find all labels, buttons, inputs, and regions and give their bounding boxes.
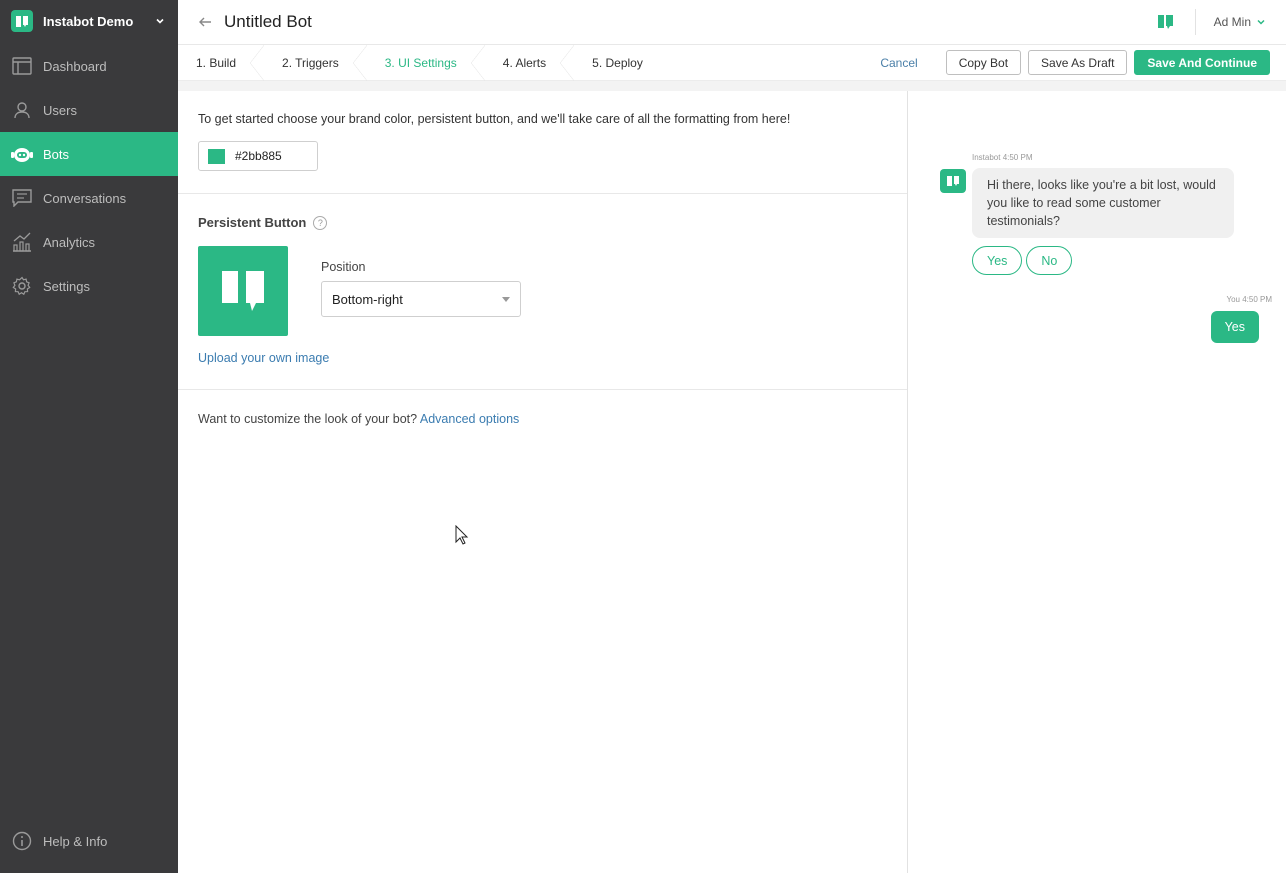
page-title: Untitled Bot	[224, 12, 312, 31]
sidebar-item-label: Users	[43, 102, 77, 118]
sidebar-item-help[interactable]: Help & Info	[0, 819, 178, 863]
wizard-steps: 1. Build 2. Triggers 3. UI Settings 4. A…	[178, 44, 880, 81]
sidebar-item-label: Bots	[43, 146, 70, 162]
sidebar-item-conversations[interactable]: Conversations	[0, 176, 178, 220]
user-icon	[11, 99, 33, 121]
sidebar-nav: Dashboard Users Bots Conversations Analy…	[0, 44, 178, 308]
persistent-button-preview[interactable]	[198, 246, 288, 336]
steps-bar: 1. Build 2. Triggers 3. UI Settings 4. A…	[178, 44, 1286, 81]
chat-icon	[11, 187, 33, 209]
sidebar-item-label: Conversations	[43, 190, 127, 206]
analytics-icon	[11, 231, 33, 253]
gear-icon	[11, 275, 33, 297]
save-continue-button[interactable]: Save And Continue	[1134, 50, 1270, 75]
chevron-down-icon	[1257, 19, 1265, 25]
caret-down-icon	[502, 296, 510, 302]
quick-reply-options: Yes No	[972, 246, 1076, 275]
chevron-down-icon	[156, 18, 164, 24]
back-arrow-icon[interactable]	[198, 15, 212, 29]
persistent-button-row: Position Bottom-right	[198, 246, 887, 336]
sidebar-item-users[interactable]: Users	[0, 88, 178, 132]
sidebar-item-settings[interactable]: Settings	[0, 264, 178, 308]
dashboard-icon	[11, 55, 33, 77]
position-value: Bottom-right	[332, 291, 403, 307]
bot-avatar	[940, 169, 966, 193]
advanced-options-row: Want to customize the look of your bot? …	[178, 390, 907, 446]
position-select[interactable]: Bottom-right	[321, 281, 521, 317]
divider-strip	[178, 81, 1286, 91]
step-triggers[interactable]: 2. Triggers	[264, 44, 367, 81]
cancel-link[interactable]: Cancel	[880, 56, 917, 70]
header-divider	[1194, 9, 1196, 35]
page-header: Untitled Bot Ad Min	[178, 0, 1286, 45]
sidebar-item-label: Settings	[43, 278, 90, 294]
persistent-button-section: Persistent Button ? Position Bottom-righ…	[178, 194, 907, 390]
sidebar-item-label: Dashboard	[43, 58, 107, 74]
user-menu[interactable]: Ad Min	[1214, 15, 1266, 29]
quick-reply-no[interactable]: No	[1026, 246, 1073, 275]
sidebar: Instabot Demo Dashboard Users Bots Conve…	[0, 0, 178, 873]
workspace-name: Instabot Demo	[43, 13, 134, 29]
bot-message-bubble: Hi there, looks like you're a bit lost, …	[972, 168, 1234, 238]
color-swatch[interactable]	[208, 148, 225, 164]
bot-icon	[11, 143, 33, 165]
sidebar-item-bots[interactable]: Bots	[0, 132, 178, 176]
workspace-switcher[interactable]: Instabot Demo	[0, 0, 178, 42]
copy-bot-button[interactable]: Copy Bot	[945, 50, 1022, 75]
info-icon	[11, 830, 33, 852]
user-message-bubble: Yes	[1210, 311, 1259, 343]
brand-color-input[interactable]: #2bb885	[198, 141, 318, 171]
ui-settings-panel: To get started choose your brand color, …	[178, 91, 907, 873]
instabot-logo-icon[interactable]	[1157, 13, 1175, 31]
save-draft-button[interactable]: Save As Draft	[1028, 50, 1128, 75]
color-value: #2bb885	[235, 149, 282, 163]
sidebar-item-analytics[interactable]: Analytics	[0, 220, 178, 264]
section-title: Persistent Button ?	[198, 215, 887, 230]
user-message-meta: You 4:50 PM	[1226, 295, 1272, 304]
advanced-prompt: Want to customize the look of your bot?	[198, 412, 418, 426]
sidebar-item-dashboard[interactable]: Dashboard	[0, 44, 178, 88]
step-deploy[interactable]: 5. Deploy	[574, 45, 671, 81]
quick-reply-yes[interactable]: Yes	[972, 246, 1023, 275]
bot-message-meta: Instabot 4:50 PM	[972, 153, 1033, 162]
brand-color-section: To get started choose your brand color, …	[178, 91, 907, 194]
chat-preview-panel: Instabot 4:50 PM Hi there, looks like yo…	[907, 91, 1286, 873]
instabot-logo-icon	[11, 10, 33, 32]
upload-image-link[interactable]: Upload your own image	[198, 351, 329, 365]
instabot-logo-icon	[947, 176, 959, 186]
intro-text: To get started choose your brand color, …	[198, 112, 791, 126]
advanced-options-link[interactable]: Advanced options	[420, 412, 519, 426]
persistent-button-title: Persistent Button	[198, 215, 307, 230]
position-control: Position Bottom-right	[321, 260, 521, 336]
step-build[interactable]: 1. Build	[178, 44, 265, 81]
sidebar-item-label: Help & Info	[43, 833, 108, 849]
step-ui-settings[interactable]: 3. UI Settings	[367, 44, 485, 81]
user-name: Ad Min	[1213, 15, 1251, 29]
mouse-cursor-icon	[455, 525, 469, 545]
help-icon[interactable]: ?	[313, 215, 328, 230]
step-alerts[interactable]: 4. Alerts	[485, 44, 575, 81]
sidebar-item-label: Analytics	[43, 234, 96, 250]
position-label: Position	[321, 260, 366, 274]
instabot-logo-icon	[222, 271, 264, 311]
